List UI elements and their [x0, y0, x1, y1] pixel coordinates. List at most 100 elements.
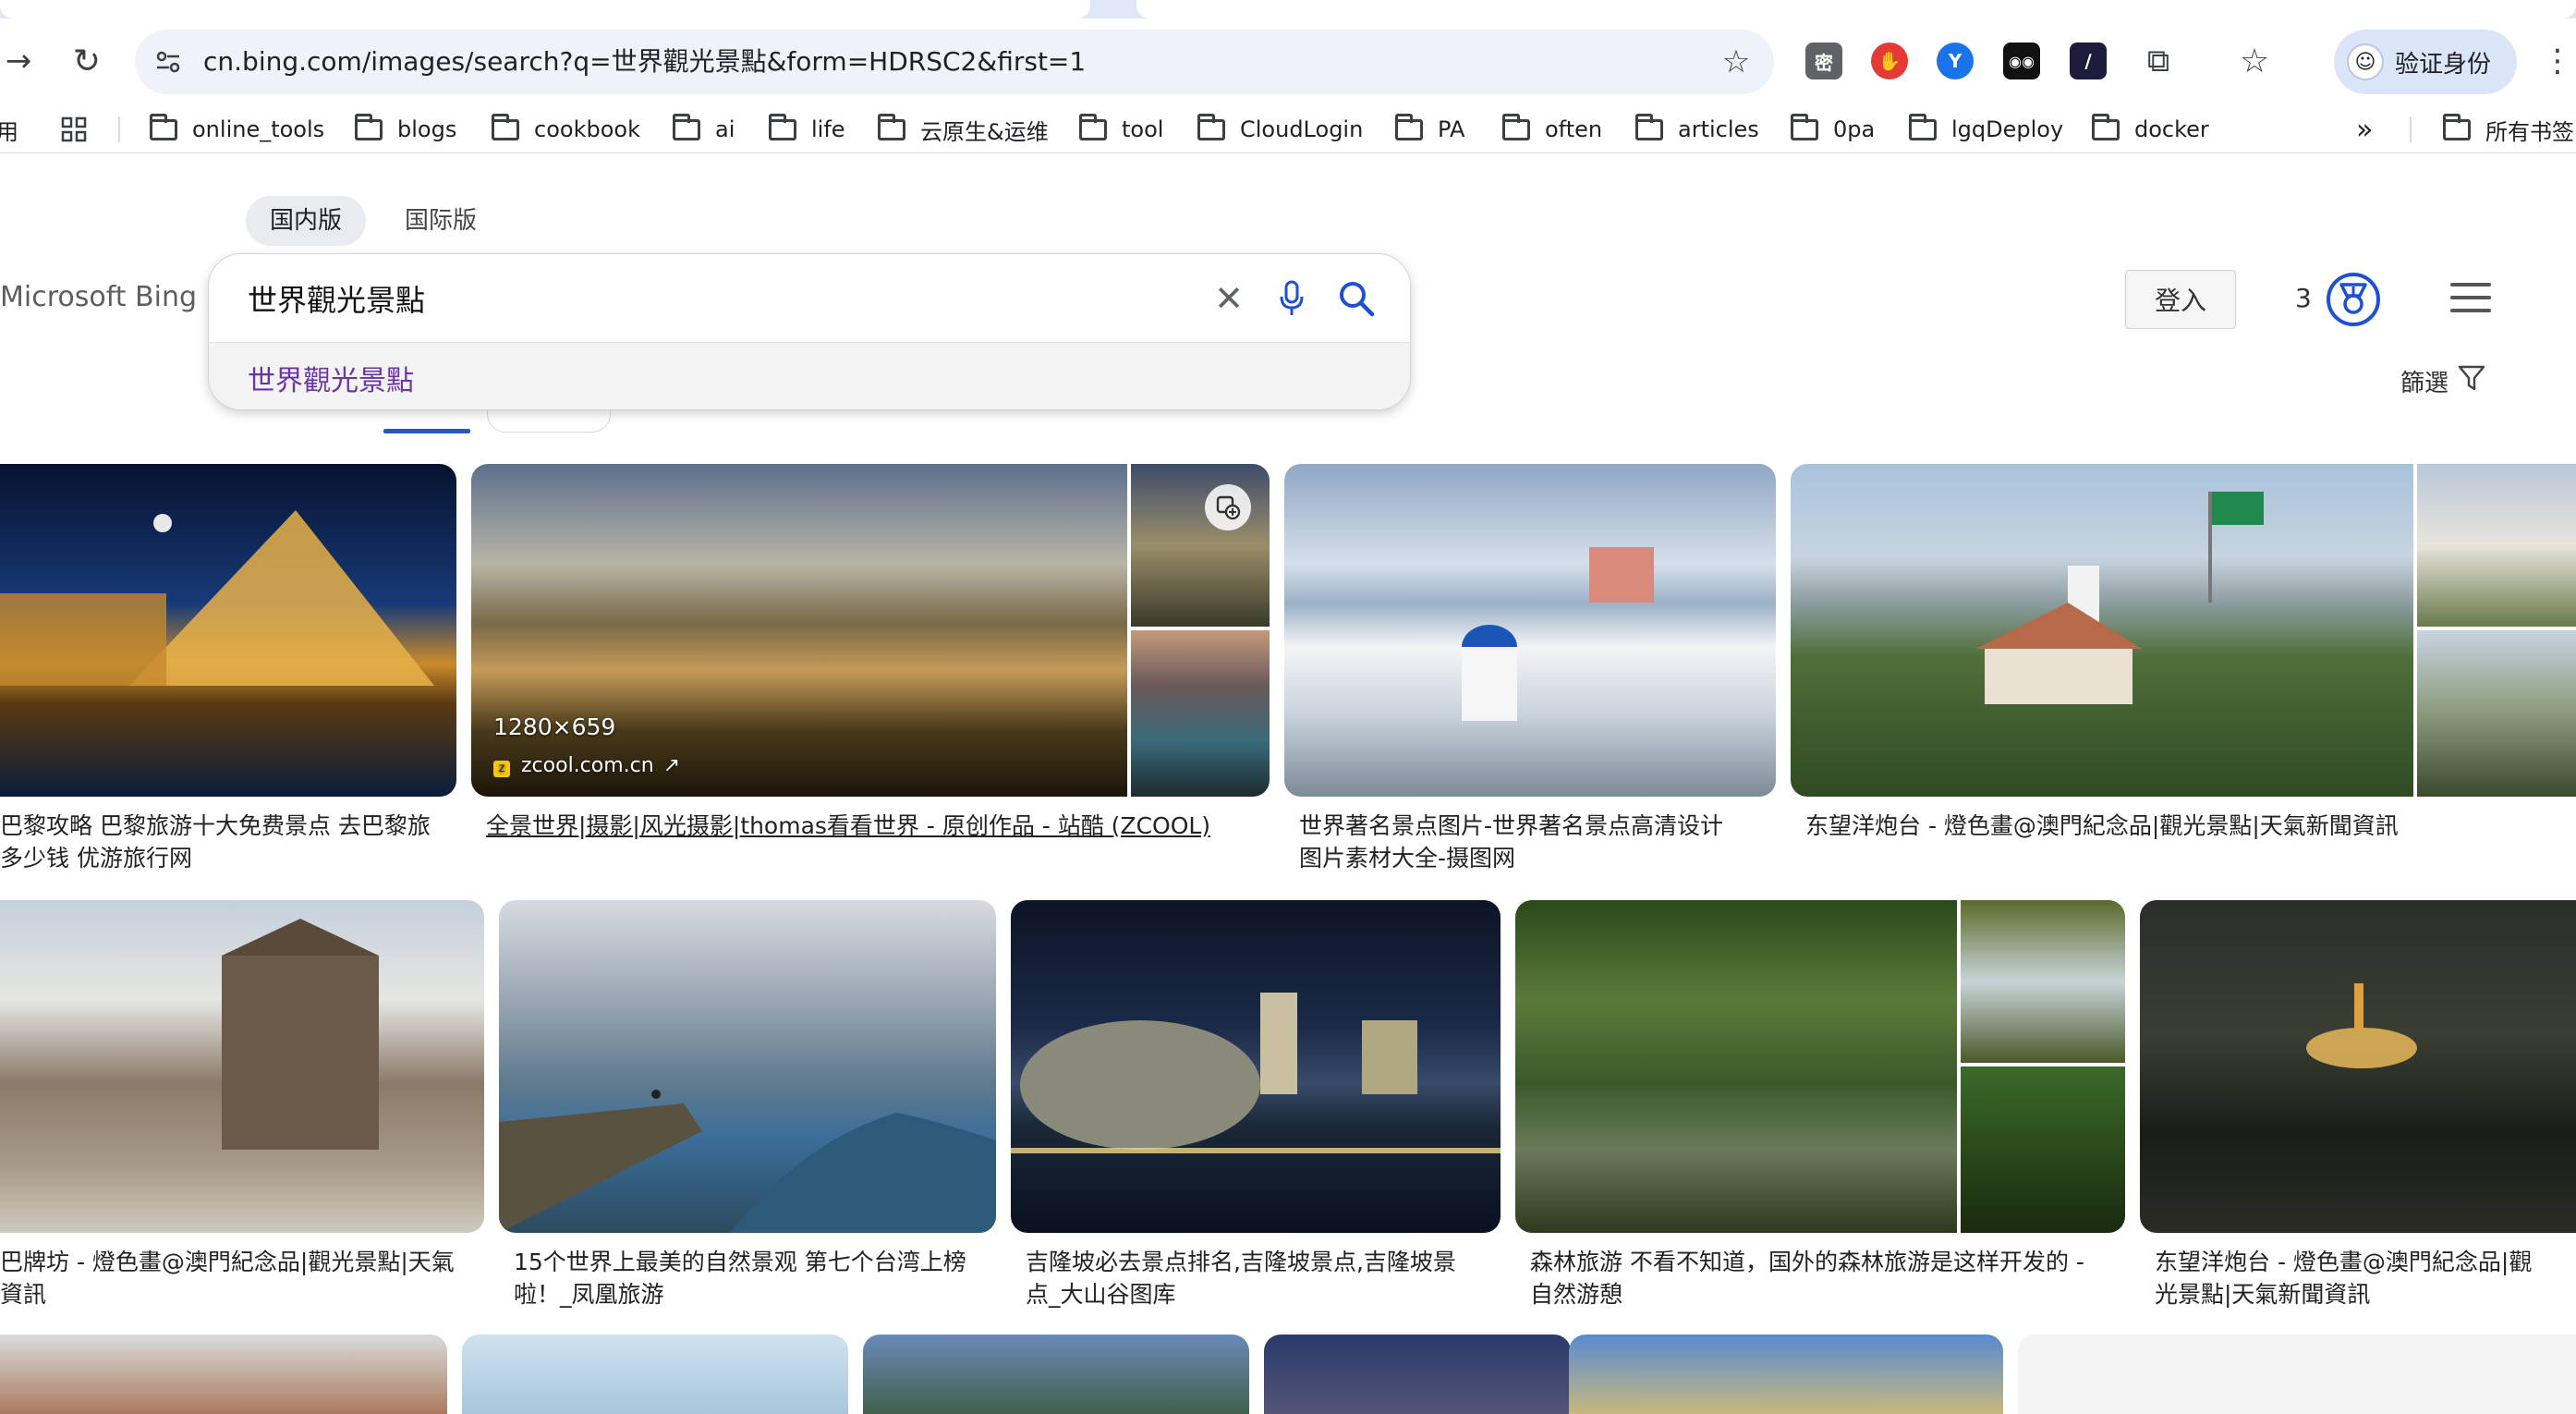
result-image-singapore[interactable]	[1011, 900, 1501, 1233]
result-image-row3-1[interactable]	[0, 1335, 447, 1414]
autosuggest-item[interactable]: 世界觀光景點	[209, 343, 1410, 409]
bookmark-folder-lgqdeploy[interactable]: lgqDeploy	[1909, 105, 2063, 153]
result-image-guia-fortress-collage[interactable]	[1791, 464, 2576, 797]
bookmark-folder-articles[interactable]: articles	[1635, 105, 1759, 153]
reading-list-icon[interactable]: ☆	[2229, 35, 2280, 87]
image-source-label[interactable]: z zcool.com.cn ↗	[493, 754, 680, 777]
extension-password-icon[interactable]: 密	[1805, 43, 1842, 79]
profile-verify-button[interactable]: ☺ 验证身份	[2334, 30, 2517, 94]
filter-button[interactable]: 篩選	[2400, 364, 2485, 398]
bookmark-label: articles	[1678, 116, 1759, 142]
result-image-row3-3[interactable]	[863, 1335, 1249, 1414]
bookmark-separator	[2410, 116, 2412, 142]
bromo-thumb-bottom	[1131, 630, 1270, 797]
result-image-row3-2[interactable]	[462, 1335, 848, 1414]
bookmark-folder-0pa[interactable]: 0pa	[1791, 105, 1875, 153]
bookmark-folder-blogs[interactable]: blogs	[355, 105, 456, 153]
folder-icon	[1909, 113, 1937, 140]
bookmark-folder-online-tools[interactable]: online_tools	[150, 105, 324, 153]
tab-international[interactable]: 国际版	[381, 196, 501, 246]
address-bar[interactable]: cn.bing.com/images/search?q=世界觀光景點&form=…	[135, 30, 1774, 94]
result-caption[interactable]: 巴牌坊 - 燈色畫@澳門紀念品|觀光景點|天氣 資訊	[0, 1246, 484, 1310]
search-icon[interactable]	[1334, 276, 1379, 321]
hamburger-menu-icon[interactable]	[2450, 283, 2491, 316]
microphone-icon[interactable]	[1270, 276, 1314, 321]
bookmark-folder-pa[interactable]: PA	[1395, 105, 1464, 153]
result-image-bromo-collage[interactable]: 1280×659 z zcool.com.cn ↗	[471, 464, 1270, 797]
bookmark-folder-cloud-native[interactable]: 云原生&运维	[878, 105, 1049, 153]
bookmark-folder-often[interactable]: often	[1502, 105, 1602, 153]
rewards-medal-icon[interactable]	[2327, 273, 2380, 326]
extensions-puzzle-icon[interactable]: ⧉	[2132, 35, 2184, 87]
folder-icon	[673, 113, 700, 140]
result-image-row3-4[interactable]	[1264, 1335, 1571, 1414]
folder-icon	[492, 113, 519, 140]
bookmark-folder-tool[interactable]: tool	[1079, 105, 1163, 153]
bing-logo[interactable]: Microsoft Bing	[0, 281, 197, 313]
folder-icon	[1079, 113, 1107, 140]
bookmark-folder-cloudlogin[interactable]: CloudLogin	[1197, 105, 1363, 153]
louvre-pyramid-shape	[0, 510, 434, 686]
bromo-thumb-top	[1131, 464, 1270, 627]
result-image-row3-6-loading[interactable]	[2018, 1335, 2576, 1414]
result-image-row3-5[interactable]	[1569, 1335, 2003, 1414]
result-caption[interactable]: 东望洋炮台 - 燈色畫@澳門紀念品|觀光景點|天氣新聞資訊	[2155, 1246, 2576, 1310]
bookmark-label: tool	[1122, 116, 1164, 142]
result-caption[interactable]: 全景世界|摄影|风光摄影|thomas看看世界 - 原创作品 - 站酷 (ZCO…	[486, 810, 1281, 842]
autosuggest-text: 世界觀光景點	[248, 365, 414, 397]
kebab-menu-icon[interactable]: ⋮	[2532, 35, 2576, 87]
reload-icon[interactable]: ↻	[61, 35, 113, 87]
result-caption[interactable]: 15个世界上最美的自然景观 第七个台湾上榜 啦！_凤凰旅游	[514, 1246, 998, 1310]
url-text[interactable]: cn.bing.com/images/search?q=世界觀光景點&form=…	[203, 30, 1086, 94]
result-image-santorini[interactable]	[1284, 464, 1776, 797]
bookmark-folder-cookbook[interactable]: cookbook	[492, 105, 640, 153]
result-image-trolltunga[interactable]	[499, 900, 996, 1233]
extension-dots-icon[interactable]: ◉◉	[2003, 43, 2040, 79]
bookmark-label: 用	[0, 118, 18, 145]
avatar: ☺	[2347, 43, 2384, 80]
result-caption[interactable]: 吉隆坡必去景点排名,吉隆坡景点,吉隆坡景 点_大山谷图库	[1026, 1246, 1510, 1310]
extension-dark-icon[interactable]: ∕	[2070, 43, 2107, 79]
bookmark-star-icon[interactable]: ☆	[1713, 39, 1759, 85]
bookmark-separator	[118, 116, 120, 142]
clear-icon[interactable]: ✕	[1207, 276, 1251, 321]
active-tab[interactable]	[0, 0, 1090, 18]
forward-icon[interactable]: →	[0, 35, 44, 87]
inactive-tab[interactable]	[1136, 0, 2576, 18]
forest-thumb-hut	[1961, 1067, 2125, 1233]
collection-add-icon[interactable]	[1205, 484, 1251, 530]
extension-y-icon[interactable]: Y	[1937, 43, 1974, 79]
folder-icon	[878, 113, 905, 140]
esplanade-dome-shape	[1011, 993, 1501, 1153]
result-image-ruins-st-paul[interactable]	[0, 900, 484, 1233]
result-image-louvre[interactable]	[0, 464, 456, 797]
result-caption[interactable]: 东望洋炮台 - 燈色畫@澳門紀念品|觀光景點|天氣新聞資訊	[1805, 810, 2576, 842]
folder-icon	[150, 113, 177, 140]
tab-domestic[interactable]: 国内版	[246, 196, 367, 246]
bookmark-label: PA	[1438, 116, 1465, 142]
bookmark-apps[interactable]: 用	[0, 105, 18, 153]
folder-icon	[769, 113, 796, 140]
result-image-guia-night[interactable]	[2140, 900, 2576, 1233]
bookmark-folder-ai[interactable]: ai	[673, 105, 735, 153]
search-input[interactable]	[248, 273, 1172, 324]
bookmark-label: life	[811, 116, 845, 142]
extension-adblock-icon[interactable]: ✋	[1871, 43, 1908, 79]
result-caption[interactable]: 世界著名景点图片-世界著名景点高清设计 图片素材大全-摄图网	[1299, 810, 1780, 874]
site-settings-icon[interactable]	[152, 45, 185, 79]
bookmark-folder-life[interactable]: life	[769, 105, 845, 153]
lighthouse-shape	[1975, 492, 2264, 704]
bookmark-folder-docker[interactable]: docker	[2092, 105, 2209, 153]
external-link-icon: ↗	[662, 754, 681, 777]
signin-button[interactable]: 登入	[2125, 270, 2236, 329]
apps-grid-icon[interactable]	[61, 105, 87, 153]
result-image-forest-collage[interactable]	[1515, 900, 2125, 1233]
result-caption[interactable]: 森林旅游 不看不知道，国外的森林旅游是这样开发的 - 自然游憩	[1530, 1246, 2131, 1310]
reward-points[interactable]: 3	[2295, 283, 2312, 313]
folder-icon	[1197, 113, 1225, 140]
result-caption[interactable]: 巴黎攻略 巴黎旅游十大免费景点 去巴黎旅 多少钱 优游旅行网	[0, 810, 453, 874]
folder-icon	[1502, 113, 1530, 140]
bookmark-label: lgqDeploy	[1951, 116, 2064, 142]
bookmarks-overflow-chevron-icon[interactable]: »	[2356, 105, 2373, 153]
all-bookmarks-folder[interactable]: 所有书签	[2443, 105, 2574, 153]
